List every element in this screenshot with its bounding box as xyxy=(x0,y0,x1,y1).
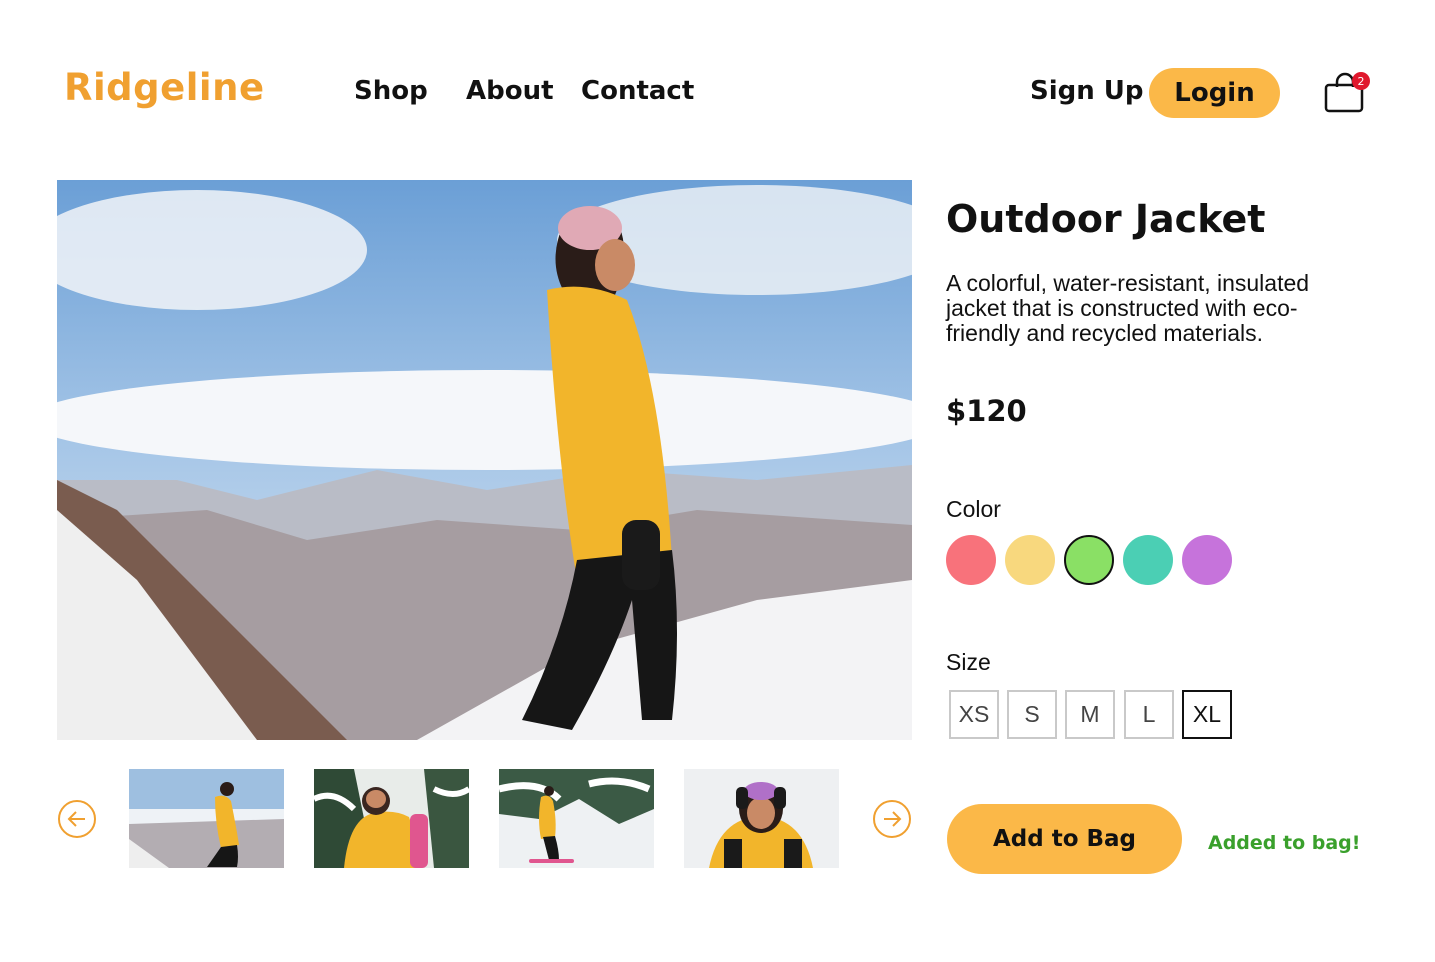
size-option-l[interactable]: L xyxy=(1124,690,1174,739)
brand-logo[interactable]: Ridgeline xyxy=(64,66,265,109)
thumbnail-3[interactable] xyxy=(499,769,654,868)
nav-shop-link[interactable]: Shop xyxy=(354,76,428,106)
product-title: Outdoor Jacket xyxy=(946,197,1266,241)
arrow-right-circle-icon[interactable] xyxy=(872,799,912,839)
nav-about-link[interactable]: About xyxy=(466,76,554,106)
size-option-s[interactable]: S xyxy=(1007,690,1057,739)
nav-contact-link[interactable]: Contact xyxy=(581,76,694,106)
thumbnail-2[interactable] xyxy=(314,769,469,868)
signup-link[interactable]: Sign Up xyxy=(1030,76,1144,106)
login-button[interactable]: Login xyxy=(1149,68,1280,118)
color-swatch-teal[interactable] xyxy=(1123,535,1173,585)
color-swatch-green[interactable] xyxy=(1064,535,1114,585)
product-price: $120 xyxy=(946,394,1027,428)
added-confirmation: Added to bag! xyxy=(1208,832,1361,854)
thumbnail-1[interactable] xyxy=(129,769,284,868)
size-label: Size xyxy=(946,649,991,675)
color-swatch-yellow[interactable] xyxy=(1005,535,1055,585)
size-option-xl[interactable]: XL xyxy=(1182,690,1232,739)
size-option-xs[interactable]: XS xyxy=(949,690,999,739)
color-swatch-coral[interactable] xyxy=(946,535,996,585)
product-main-image xyxy=(57,180,912,740)
arrow-left-circle-icon[interactable] xyxy=(57,799,97,839)
color-swatch-purple[interactable] xyxy=(1182,535,1232,585)
size-option-m[interactable]: M xyxy=(1065,690,1115,739)
cart-count-badge: 2 xyxy=(1352,72,1370,90)
color-label: Color xyxy=(946,496,1001,522)
add-to-bag-button[interactable]: Add to Bag xyxy=(947,804,1182,874)
thumbnail-4[interactable] xyxy=(684,769,839,868)
product-description: A colorful, water-resistant, insulated j… xyxy=(946,270,1310,346)
